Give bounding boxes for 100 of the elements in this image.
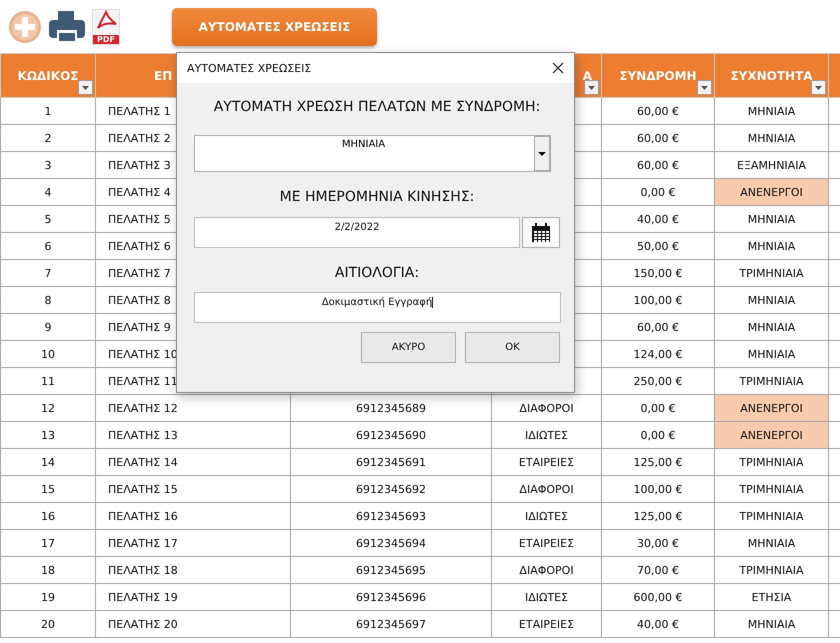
column-header: ΣΥΝΔΡΟΜΗ xyxy=(602,54,714,98)
table-cell: 40,00 € xyxy=(602,610,714,638)
reason-label: ΑΙΤΙΟΛΟΓΙΑ: xyxy=(334,265,420,281)
table-cell: ΙΔΙΩΤΕΣ xyxy=(492,584,602,610)
table-cell: 15 xyxy=(0,476,96,502)
table-cell: ΜΗΝΙΑΙΑ xyxy=(714,340,828,368)
table-cell: 6912345695 xyxy=(290,556,492,584)
table-cell: 6912345694 xyxy=(290,530,492,556)
table-cell: 60,00 € xyxy=(602,98,714,124)
table-cell: 2 xyxy=(0,124,96,152)
table-cell: ΕΤΑΙΡΕΙΕΣ xyxy=(492,448,602,476)
table-cell: ΠΕΛΑΤΗΣ 16 xyxy=(96,502,290,530)
table-cell: 6912345692 xyxy=(290,476,492,502)
table-cell: ΠΕΛΑΤΗΣ 18 xyxy=(96,556,290,584)
table-cell: 5 xyxy=(0,206,96,232)
table-cell: ΠΕΛΑΤΗΣ 17 xyxy=(96,530,290,556)
printer-icon[interactable] xyxy=(48,10,86,44)
table-cell: 100,00 € xyxy=(602,286,714,314)
table-cell: 6912345691 xyxy=(290,448,492,476)
table-cell: 250,00 € xyxy=(602,368,714,394)
table-cell: ΜΗΝΙΑΙΑ xyxy=(714,206,828,232)
table-cell: ΠΕΛΑΤΗΣ 15 xyxy=(96,476,290,502)
table-cell: 6912345696 xyxy=(290,584,492,610)
table-cell: 4 xyxy=(0,178,96,206)
table-cell: 19 xyxy=(0,584,96,610)
table-cell: ΙΔΙΩΤΕΣ xyxy=(492,502,602,530)
table-cell: ΤΡΙΜΗΝΙΑΙΑ xyxy=(714,260,828,286)
table-cell: ΔΙΑΦΟΡΟΙ xyxy=(492,556,602,584)
table-cell: 6912345689 xyxy=(290,394,492,422)
table-cell: ΤΡΙΜΗΝΙΑΙΑ xyxy=(714,556,828,584)
table-cell: 1 xyxy=(0,98,96,124)
table-cell: ΔΙΑΦΟΡΟΙ xyxy=(492,476,602,502)
table-cell: 9 xyxy=(0,314,96,340)
table-cell: 60,00 € xyxy=(602,314,714,340)
table-cell: ΠΕΛΑΤΗΣ 20 xyxy=(96,610,290,638)
table-cell: ΑΝΕΝΕΡΓΟΙ xyxy=(714,394,828,422)
table-cell: 100,00 € xyxy=(602,476,714,502)
table-cell: 30,00 € xyxy=(602,530,714,556)
table-cell: 16 xyxy=(0,502,96,530)
table-cell: 60,00 € xyxy=(602,152,714,178)
table-cell: ΜΗΝΙΑΙΑ xyxy=(714,124,828,152)
table-cell: 20 xyxy=(0,610,96,638)
calendar-icon xyxy=(531,222,552,242)
table-cell: ΤΡΙΜΗΝΙΑΙΑ xyxy=(714,502,828,530)
table-cell: ΜΗΝΙΑΙΑ xyxy=(714,610,828,638)
table-cell: 17 xyxy=(0,530,96,556)
filter-dropdown-icon[interactable] xyxy=(78,80,93,95)
table-cell: ΕΤΑΙΡΕΙΕΣ xyxy=(492,530,602,556)
pdf-icon[interactable]: PDF xyxy=(92,8,120,44)
table-cell: 8 xyxy=(0,286,96,314)
filter-dropdown-icon[interactable] xyxy=(697,80,712,95)
table-cell: 0,00 € xyxy=(602,178,714,206)
table-cell: ΜΗΝΙΑΙΑ xyxy=(714,98,828,124)
column-header: ΚΩΔΙΚΟΣ xyxy=(0,54,96,98)
filter-dropdown-icon[interactable] xyxy=(811,80,826,95)
table-cell: ΜΗΝΙΑΙΑ xyxy=(714,530,828,556)
table-cell: ΠΕΛΑΤΗΣ 12 xyxy=(96,394,290,422)
table-cell: 124,00 € xyxy=(602,340,714,368)
date-field[interactable]: 2/2/2022 xyxy=(194,217,520,248)
table-cell: 125,00 € xyxy=(602,448,714,476)
table-cell: 40,00 € xyxy=(602,206,714,232)
table-cell: 3 xyxy=(0,152,96,178)
table-cell: 11 xyxy=(0,368,96,394)
table-cell: ΑΝΕΝΕΡΓΟΙ xyxy=(714,178,828,206)
column-header: ΣΥΧΝΟΤΗΤΑ xyxy=(714,54,828,98)
table-cell: 12 xyxy=(0,394,96,422)
frequency-dropdown[interactable]: ΜΗΝΙΑΙΑ xyxy=(194,135,551,172)
dialog-button[interactable]: OK xyxy=(465,332,560,363)
table-cell: 150,00 € xyxy=(602,260,714,286)
reason-field[interactable]: Δοκιμαστική Εγγραφή xyxy=(194,292,561,323)
filter-dropdown-icon[interactable] xyxy=(584,80,599,95)
table-cell: 6912345690 xyxy=(290,422,492,448)
table-cell: ΕΤΑΙΡΕΙΕΣ xyxy=(492,610,602,638)
table-cell: ΜΗΝΙΑΙΑ xyxy=(714,314,828,340)
calendar-button[interactable] xyxy=(522,217,560,248)
table-cell: 13 xyxy=(0,422,96,448)
table-cell: ΠΕΛΑΤΗΣ 13 xyxy=(96,422,290,448)
table-cell: 0,00 € xyxy=(602,422,714,448)
table-cell: ΑΝΕΝΕΡΓΟΙ xyxy=(714,422,828,448)
table-cell: 0,00 € xyxy=(602,394,714,422)
table-cell: 125,00 € xyxy=(602,502,714,530)
table-cell: 6912345697 xyxy=(290,610,492,638)
table-cell: 600,00 € xyxy=(602,584,714,610)
table-cell: 70,00 € xyxy=(602,556,714,584)
table-cell: ΔΙΑΦΟΡΟΙ xyxy=(492,394,602,422)
table-cell: ΜΗΝΙΑΙΑ xyxy=(714,286,828,314)
table-cell: ΕΤΗΣΙΑ xyxy=(714,584,828,610)
table-cell: ΙΔΙΩΤΕΣ xyxy=(492,422,602,448)
table-cell: ΜΗΝΙΑΙΑ xyxy=(714,232,828,260)
table-cell: 6 xyxy=(0,232,96,260)
table-cell: 18 xyxy=(0,556,96,584)
table-cell: 60,00 € xyxy=(602,124,714,152)
table-cell: ΤΡΙΜΗΝΙΑΙΑ xyxy=(714,448,828,476)
table-cell: 7 xyxy=(0,260,96,286)
table-cell: ΤΡΙΜΗΝΙΑΙΑ xyxy=(714,476,828,502)
table-cell: ΠΕΛΑΤΗΣ 19 xyxy=(96,584,290,610)
dialog-button[interactable]: ΑΚΥΡΟ xyxy=(361,332,456,363)
close-icon[interactable] xyxy=(552,62,564,74)
table-cell: 50,00 € xyxy=(602,232,714,260)
table-cell: 6912345693 xyxy=(290,502,492,530)
